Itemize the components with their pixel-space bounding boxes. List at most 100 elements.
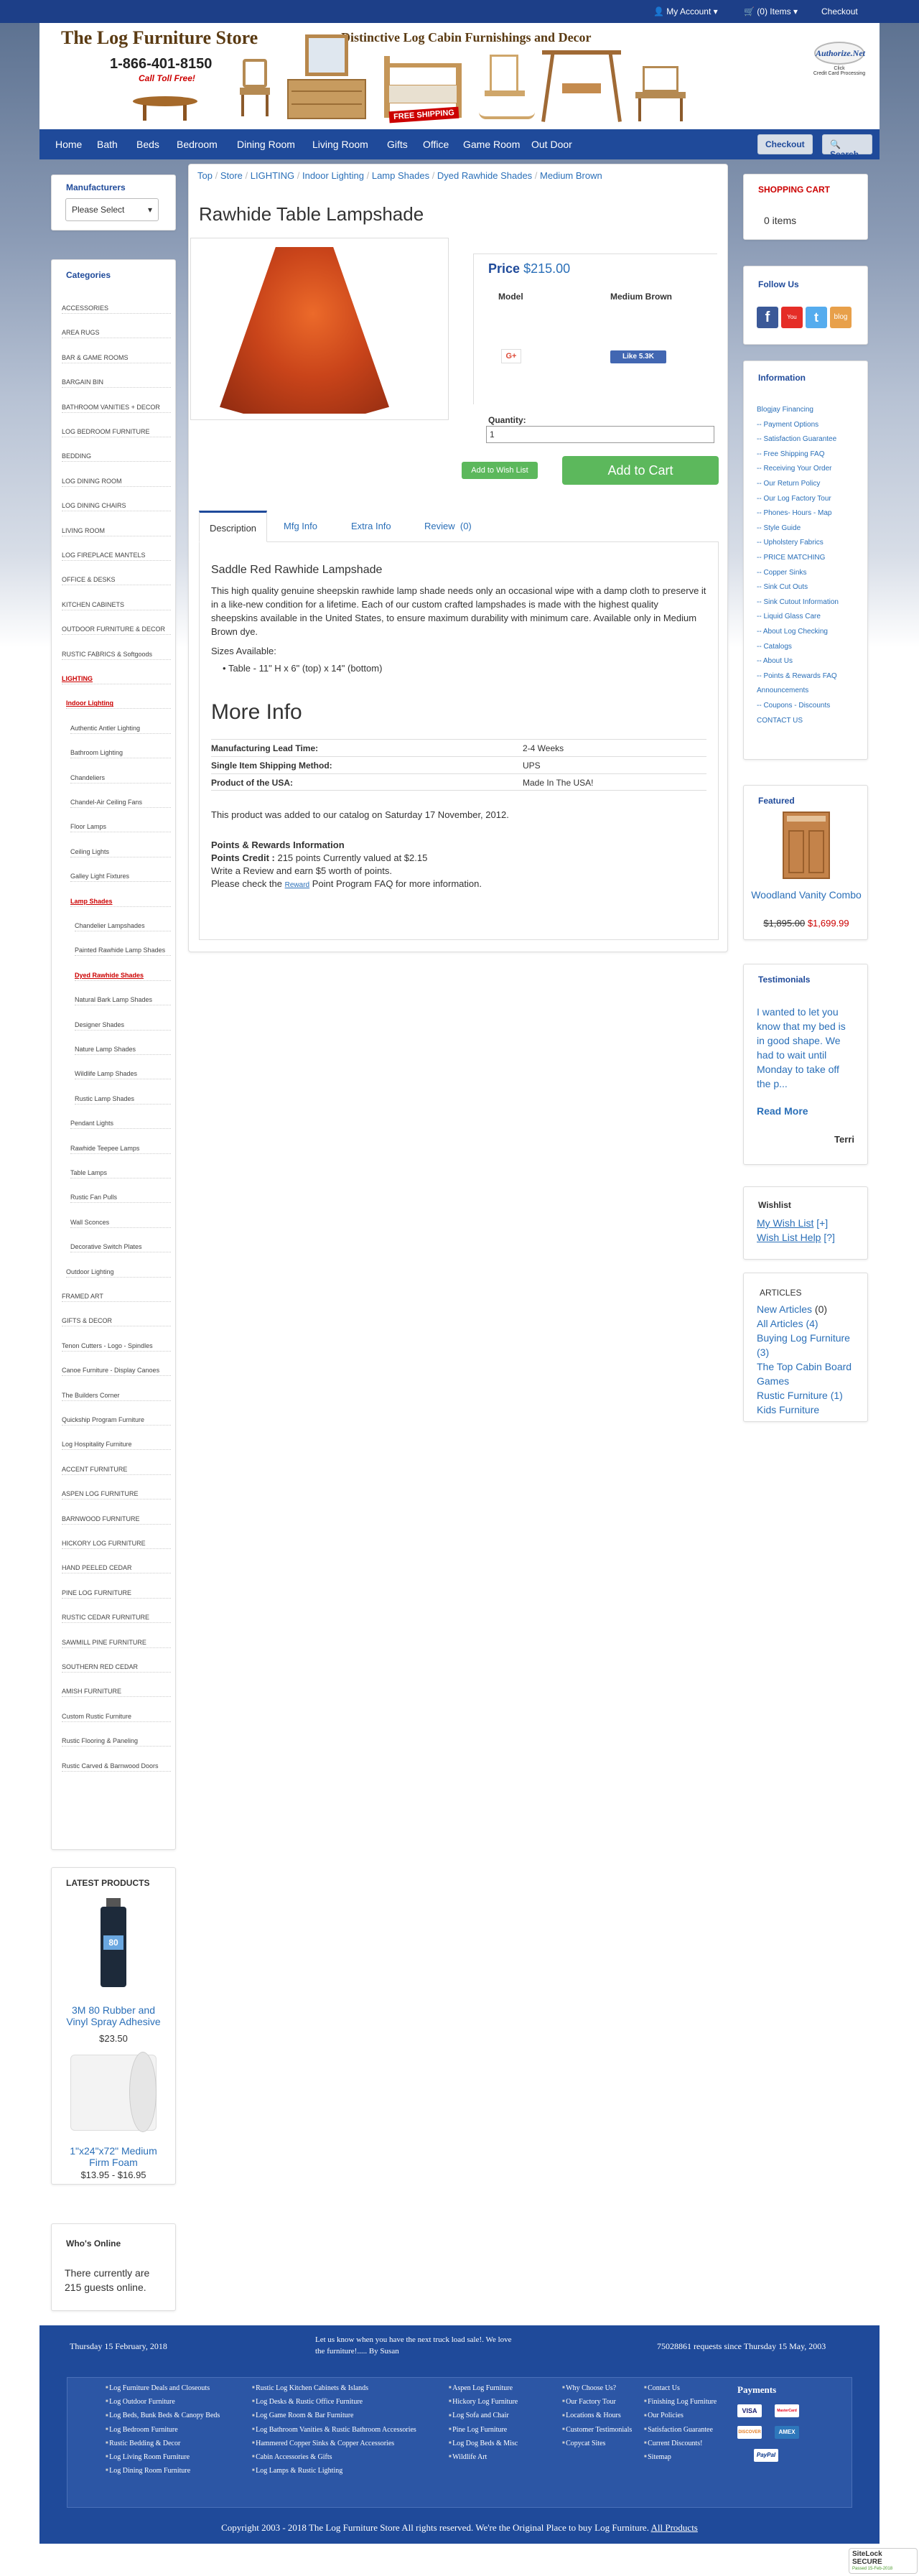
information-link[interactable]: -- Free Shipping FAQ [757, 450, 857, 458]
quantity-input[interactable]: 1 [486, 426, 714, 443]
checkout-link[interactable]: Checkout [821, 6, 858, 17]
product-image-frame[interactable] [190, 238, 449, 420]
information-link[interactable]: -- Our Log Factory Tour [757, 495, 857, 503]
article-buying-log[interactable]: Buying Log Furniture (3) [757, 1331, 857, 1359]
category-item[interactable]: Log Hospitality Furniture [62, 1441, 171, 1451]
category-item[interactable]: BEDDING [62, 452, 171, 462]
category-item[interactable]: BATHROOM VANITIES + DECOR [62, 404, 171, 413]
breadcrumb-top[interactable]: Top [197, 170, 213, 181]
wishlist-help-link[interactable]: Wish List Help [?] [757, 1232, 835, 1243]
nav-beds[interactable]: Beds [136, 139, 159, 150]
category-item[interactable]: SAWMILL PINE FURNITURE [62, 1639, 171, 1648]
information-link[interactable]: -- Copper Sinks [757, 569, 857, 577]
article-kids[interactable]: Kids Furniture [757, 1403, 857, 1417]
category-item[interactable]: BARGAIN BIN [62, 378, 171, 389]
information-link[interactable]: -- About Us [757, 657, 857, 665]
category-item[interactable]: Table Lamps [70, 1169, 171, 1178]
latest-product-2-name[interactable]: 1"x24"x72" Medium Firm Foam [63, 2145, 164, 2168]
footer-link[interactable]: Log Lamps & Rustic Lighting [252, 2464, 417, 2478]
category-item[interactable]: Chandeliers [70, 774, 171, 784]
authorize-net-seal[interactable]: Authorize.Net Click Credit Card Processi… [808, 42, 871, 88]
breadcrumb-dyed-rawhide[interactable]: Dyed Rawhide Shades [437, 170, 532, 181]
my-account-link[interactable]: 👤 My Account ▾ [653, 6, 718, 17]
footer-link[interactable]: Finishing Log Furniture [644, 2395, 723, 2409]
manufacturers-select[interactable]: Please Select ▾ [65, 198, 159, 221]
footer-link[interactable]: Aspen Log Furniture [449, 2381, 556, 2395]
category-item[interactable]: Indoor Lighting [66, 699, 171, 710]
information-link[interactable]: Blogjay Financing [757, 406, 857, 414]
footer-link[interactable]: Sitemap [644, 2450, 723, 2464]
category-item[interactable]: SOUTHERN RED CEDAR [62, 1663, 171, 1673]
category-item[interactable]: Painted Rawhide Lamp Shades [75, 947, 171, 957]
category-item[interactable]: ACCENT FURNITURE [62, 1466, 171, 1475]
category-item[interactable]: RUSTIC FABRICS & Softgoods [62, 651, 171, 660]
category-item[interactable]: LOG BEDROOM FURNITURE [62, 428, 171, 437]
category-item[interactable]: Rustic Carved & Barnwood Doors [62, 1762, 171, 1772]
blog-icon[interactable]: blog [830, 307, 852, 328]
footer-link[interactable]: Log Bathroom Vanities & Rustic Bathroom … [252, 2423, 417, 2437]
breadcrumb-indoor-lighting[interactable]: Indoor Lighting [302, 170, 364, 181]
category-item[interactable]: HICKORY LOG FURNITURE [62, 1540, 171, 1549]
category-item[interactable]: AMISH FURNITURE [62, 1688, 171, 1698]
footer-link[interactable]: Hammered Copper Sinks & Copper Accessori… [252, 2437, 417, 2450]
twitter-icon[interactable]: t [806, 307, 827, 328]
google-plus-button[interactable]: G+ [501, 349, 521, 363]
footer-link[interactable]: Log Sofa and Chair [449, 2409, 556, 2422]
latest-product-1-name[interactable]: 3M 80 Rubber and Vinyl Spray Adhesive [63, 2004, 164, 2027]
foam-roll-image[interactable] [70, 2050, 157, 2135]
footer-link[interactable]: Log Desks & Rustic Office Furniture [252, 2395, 417, 2409]
category-item[interactable]: Natural Bark Lamp Shades [75, 996, 171, 1006]
category-item[interactable]: GIFTS & DECOR [62, 1317, 171, 1327]
category-item[interactable]: Nature Lamp Shades [75, 1046, 171, 1055]
category-item[interactable]: Bathroom Lighting [70, 749, 171, 759]
category-item[interactable]: Chandel-Air Ceiling Fans [70, 799, 171, 808]
category-item[interactable]: LOG DINING ROOM [62, 478, 171, 487]
footer-link[interactable]: Cabin Accessories & Gifts [252, 2450, 417, 2464]
category-item[interactable]: Chandelier Lampshades [75, 922, 171, 931]
footer-link[interactable]: Log Game Room & Bar Furniture [252, 2409, 417, 2422]
footer-link[interactable]: Log Beds, Bunk Beds & Canopy Beds [106, 2409, 235, 2422]
footer-link[interactable]: Our Factory Tour [562, 2395, 641, 2409]
breadcrumb-lighting[interactable]: LIGHTING [251, 170, 294, 181]
category-item[interactable]: Rustic Fan Pulls [70, 1194, 171, 1204]
category-item[interactable]: Dyed Rawhide Shades [75, 972, 171, 981]
nav-living-room[interactable]: Living Room [312, 139, 368, 150]
youtube-icon[interactable]: You Tube [781, 307, 803, 342]
category-item[interactable]: Authentic Antler Lighting [70, 725, 171, 734]
information-link[interactable]: -- Payment Options [757, 421, 857, 429]
information-link[interactable]: -- Style Guide [757, 524, 857, 532]
category-item[interactable]: ACCESSORIES [62, 304, 171, 314]
nav-out-door[interactable]: Out Door [531, 139, 572, 150]
information-link[interactable]: -- Our Return Policy [757, 480, 857, 488]
footer-link[interactable]: Log Bedroom Furniture [106, 2423, 235, 2437]
breadcrumb-lamp-shades[interactable]: Lamp Shades [372, 170, 429, 181]
category-item[interactable]: Tenon Cutters - Logo - Spindles [62, 1342, 171, 1352]
information-link[interactable]: -- Points & Rewards FAQ [757, 672, 857, 680]
category-item[interactable]: Rustic Flooring & Paneling [62, 1737, 171, 1747]
footer-link[interactable]: Satisfaction Guarantee [644, 2423, 723, 2437]
cart-link[interactable]: 🛒 (0) Items ▾ [744, 6, 798, 17]
category-item[interactable]: Outdoor Lighting [66, 1268, 171, 1278]
category-item[interactable]: Wall Sconces [70, 1219, 171, 1228]
nav-bath[interactable]: Bath [97, 139, 118, 150]
category-item[interactable]: Rawhide Teepee Lamps [70, 1145, 171, 1154]
tab-review[interactable]: Review (0) [414, 511, 482, 542]
footer-link[interactable]: Our Policies [644, 2409, 723, 2422]
information-link[interactable]: Announcements [757, 687, 857, 694]
footer-link[interactable]: Copycat Sites [562, 2437, 641, 2450]
category-item[interactable]: BARNWOOD FURNITURE [62, 1515, 171, 1525]
footer-link[interactable]: Pine Log Furniture [449, 2423, 556, 2437]
category-item[interactable]: PINE LOG FURNITURE [62, 1589, 171, 1599]
category-item[interactable]: Custom Rustic Furniture [62, 1713, 171, 1722]
footer-link[interactable]: Contact Us [644, 2381, 723, 2395]
footer-link[interactable]: Hickory Log Furniture [449, 2395, 556, 2409]
add-to-wishlist-button[interactable]: Add to Wish List [462, 462, 538, 479]
read-more-link[interactable]: Read More [757, 1105, 808, 1117]
footer-link[interactable]: Log Outdoor Furniture [106, 2395, 235, 2409]
nav-dining-room[interactable]: Dining Room [237, 139, 295, 150]
tab-mfg-info[interactable]: Mfg Info [274, 511, 327, 542]
category-item[interactable]: LOG FIREPLACE MANTELS [62, 552, 171, 561]
store-logo[interactable]: The Log Furniture Store [61, 27, 258, 49]
article-rustic[interactable]: Rustic Furniture (1) [757, 1388, 857, 1403]
category-item[interactable]: KITCHEN CABINETS [62, 601, 171, 610]
